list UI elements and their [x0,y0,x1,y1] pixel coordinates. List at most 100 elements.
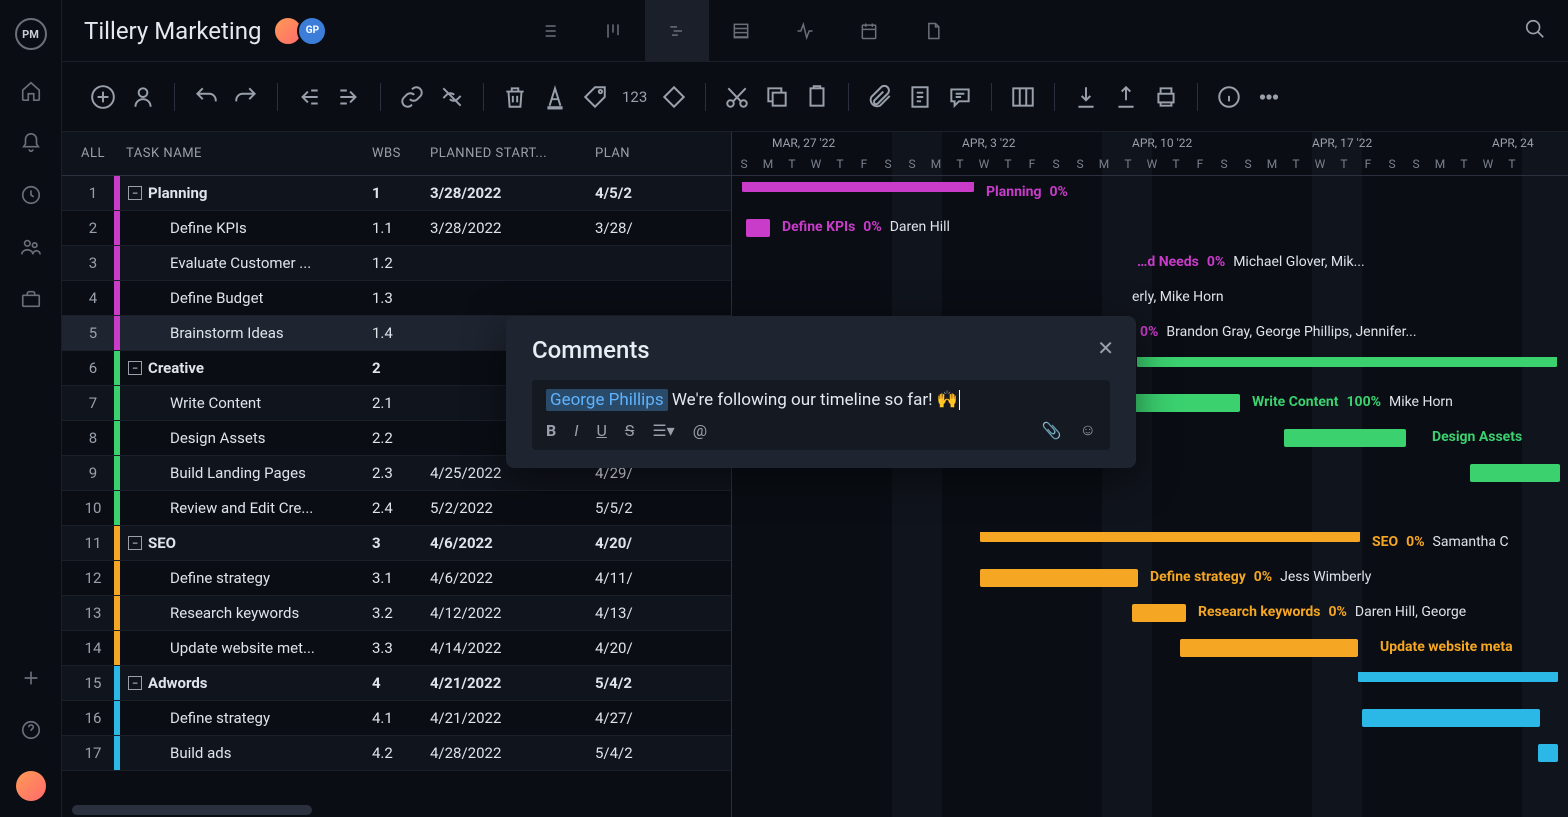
task-name[interactable]: −Creative [120,359,372,377]
people-icon[interactable] [20,236,42,258]
link-icon[interactable] [399,84,425,110]
planned-start-cell[interactable]: 4/28/2022 [430,744,595,762]
task-row[interactable]: 10 Review and Edit Cre... 2.4 5/2/2022 5… [62,491,731,526]
planned-end-cell[interactable]: 5/5/2 [595,499,731,517]
unlink-icon[interactable] [439,84,465,110]
planned-end-cell[interactable]: 4/13/ [595,604,731,622]
emoji-icon[interactable]: ☺ [1080,420,1096,440]
task-name[interactable]: Design Assets [120,429,372,447]
planned-end-cell[interactable]: 4/27/ [595,709,731,727]
bell-icon[interactable] [20,132,42,154]
task-row[interactable]: 2 Define KPIs 1.1 3/28/2022 3/28/ [62,211,731,246]
task-row[interactable]: 11 −SEO 3 4/6/2022 4/20/ [62,526,731,561]
home-icon[interactable] [20,80,42,102]
task-name[interactable]: −Adwords [120,674,372,692]
gantt-row[interactable]: Define KPIs0%Daren Hill [732,211,1568,246]
bold-icon[interactable]: B [546,421,556,440]
sheet-view-icon[interactable] [709,0,773,62]
search-icon[interactable] [1524,18,1546,44]
task-name[interactable]: Define strategy [120,569,372,587]
task-row[interactable]: 3 Evaluate Customer ... 1.2 [62,246,731,281]
wbs-cell[interactable]: 2.3 [372,464,430,482]
wbs-cell[interactable]: 1.4 [372,324,430,342]
collapse-icon[interactable]: − [128,186,142,200]
collapse-icon[interactable]: − [128,676,142,690]
col-planned-start[interactable]: PLANNED START... [430,146,595,161]
task-row[interactable]: 4 Define Budget 1.3 [62,281,731,316]
tag-icon[interactable] [582,84,608,110]
indent-icon[interactable] [336,84,362,110]
wbs-cell[interactable]: 4 [372,674,430,692]
redo-icon[interactable] [233,84,259,110]
info-icon[interactable] [1216,84,1242,110]
wbs-cell[interactable]: 3 [372,534,430,552]
task-bar[interactable] [1137,357,1557,367]
activity-view-icon[interactable] [773,0,837,62]
task-name[interactable]: Brainstorm Ideas [120,324,372,342]
task-name[interactable]: Define Budget [120,289,372,307]
task-bar[interactable] [1132,394,1240,412]
comment-text[interactable]: George Phillips We're following our time… [546,390,1096,410]
planned-start-cell[interactable]: 3/28/2022 [430,184,595,202]
planned-start-cell[interactable]: 4/14/2022 [430,639,595,657]
trash-icon[interactable] [502,84,528,110]
planned-start-cell[interactable]: 3/28/2022 [430,219,595,237]
mention-icon[interactable]: @ [693,421,707,440]
gantt-row[interactable] [732,666,1568,701]
file-view-icon[interactable] [901,0,965,62]
wbs-cell[interactable]: 2.4 [372,499,430,517]
wbs-cell[interactable]: 1.1 [372,219,430,237]
task-bar[interactable] [1470,464,1560,482]
close-icon[interactable]: ✕ [1097,336,1114,360]
task-bar[interactable] [742,182,974,192]
milestone-icon[interactable] [661,84,687,110]
planned-end-cell[interactable]: 4/5/2 [595,184,731,202]
wbs-cell[interactable]: 3.1 [372,569,430,587]
collapse-icon[interactable]: − [128,361,142,375]
task-row[interactable]: 17 Build ads 4.2 4/28/2022 5/4/2 [62,736,731,771]
wbs-cell[interactable]: 4.1 [372,709,430,727]
wbs-cell[interactable]: 1 [372,184,430,202]
list-view-icon[interactable] [517,0,581,62]
task-name[interactable]: Review and Edit Cre... [120,499,372,517]
task-bar[interactable] [1180,639,1358,657]
planned-end-cell[interactable]: 3/28/ [595,219,731,237]
avatar[interactable]: GP [297,16,327,46]
task-name[interactable]: Define strategy [120,709,372,727]
col-all[interactable]: ALL [62,146,114,161]
more-icon[interactable] [1256,84,1282,110]
gantt-row[interactable] [732,736,1568,771]
planned-end-cell[interactable]: 4/20/ [595,534,731,552]
strike-icon[interactable]: S [625,421,635,440]
planned-end-cell[interactable]: 4/20/ [595,639,731,657]
board-view-icon[interactable] [581,0,645,62]
planned-start-cell[interactable]: 4/6/2022 [430,569,595,587]
calendar-view-icon[interactable] [837,0,901,62]
wbs-cell[interactable]: 2 [372,359,430,377]
planned-start-cell[interactable]: 4/6/2022 [430,534,595,552]
italic-icon[interactable]: I [574,421,578,440]
columns-icon[interactable] [1010,84,1036,110]
task-bar[interactable] [980,569,1138,587]
wbs-cell[interactable]: 2.1 [372,394,430,412]
task-name[interactable]: Evaluate Customer ... [120,254,372,272]
col-planned-end[interactable]: PLAN [595,146,731,161]
wbs-cell[interactable]: 4.2 [372,744,430,762]
planned-start-cell[interactable]: 4/21/2022 [430,674,595,692]
gantt-row[interactable]: Research keywords0%Daren Hill, George [732,596,1568,631]
gantt-row[interactable]: Define strategy0%Jess Wimberly [732,561,1568,596]
gantt-row[interactable]: SEO0%Samantha C [732,526,1568,561]
task-name[interactable]: Build Landing Pages [120,464,372,482]
attachment-icon[interactable] [867,84,893,110]
planned-end-cell[interactable]: 4/11/ [595,569,731,587]
task-bar[interactable] [1362,709,1540,727]
wbs-cell[interactable]: 1.2 [372,254,430,272]
member-avatars[interactable]: GP [279,16,327,46]
text-color-icon[interactable] [542,84,568,110]
task-row[interactable]: 13 Research keywords 3.2 4/12/2022 4/13/ [62,596,731,631]
task-bar[interactable] [1538,744,1558,762]
notes-icon[interactable] [907,84,933,110]
wbs-cell[interactable]: 3.3 [372,639,430,657]
task-bar[interactable] [1284,429,1406,447]
import-icon[interactable] [1073,84,1099,110]
